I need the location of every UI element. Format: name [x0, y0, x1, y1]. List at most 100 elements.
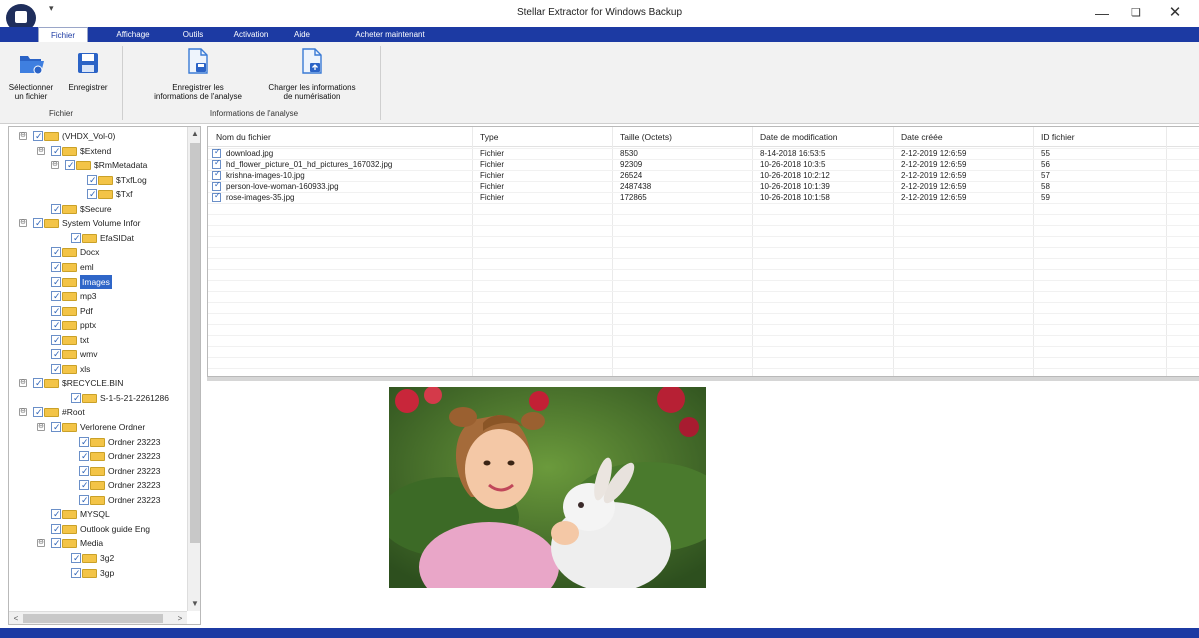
tree-item-label[interactable]: #Root: [62, 405, 85, 419]
tree-checkbox[interactable]: [71, 391, 81, 405]
tree-expander-icon[interactable]: ⊖: [19, 132, 27, 140]
tree-item[interactable]: Images: [9, 274, 187, 289]
tree-item-label[interactable]: MYSQL: [80, 507, 110, 521]
tree-item-label[interactable]: Verlorene Ordner: [80, 420, 145, 434]
tree-checkbox[interactable]: [51, 289, 61, 303]
tree-item-label[interactable]: txt: [80, 333, 89, 347]
tree-item[interactable]: ⊖ Verlorene Ordner: [9, 420, 187, 434]
tree-checkbox[interactable]: [51, 245, 61, 259]
tree-checkbox[interactable]: [33, 405, 43, 419]
tree-item-label[interactable]: pptx: [80, 318, 96, 332]
row-checkbox[interactable]: [212, 191, 221, 202]
tree-item[interactable]: txt: [9, 333, 187, 347]
tree-item[interactable]: Docx: [9, 245, 187, 259]
tree-checkbox[interactable]: [51, 318, 61, 332]
tree-horizontal-scrollbar[interactable]: < >: [9, 611, 187, 624]
tree-item[interactable]: ⊖ $Extend: [9, 144, 187, 158]
tree-item[interactable]: Ordner 23223: [9, 435, 187, 449]
tree-item[interactable]: 3g2: [9, 551, 187, 565]
tree-checkbox[interactable]: [51, 522, 61, 536]
tree-checkbox[interactable]: [79, 435, 89, 449]
tree-item[interactable]: ⊖ (VHDX_Vol-0): [9, 129, 187, 143]
tree-item-label[interactable]: (VHDX_Vol-0): [62, 129, 115, 143]
tree-item-label[interactable]: wmv: [80, 347, 97, 361]
tree-item[interactable]: Ordner 23223: [9, 449, 187, 463]
tab-fichier[interactable]: Fichier: [38, 27, 88, 43]
tree-item[interactable]: $Txf: [9, 187, 187, 201]
tree-expander-icon[interactable]: ⊖: [51, 161, 59, 170]
scroll-down-icon[interactable]: ▼: [188, 597, 200, 611]
tree-checkbox[interactable]: [51, 304, 61, 318]
tree-checkbox[interactable]: [87, 187, 97, 201]
tree-checkbox[interactable]: [51, 347, 61, 361]
tree-expander-icon[interactable]: ⊖: [37, 146, 45, 155]
load-scan-info-button[interactable]: Charger les informations de numérisation: [254, 42, 370, 108]
tree-item[interactable]: ⊖ #Root: [9, 405, 187, 419]
tree-item[interactable]: ⊖ $RECYCLE.BIN: [9, 376, 187, 390]
tree-item-label[interactable]: $RmMetadata: [94, 158, 147, 172]
tree-item-label[interactable]: $Secure: [80, 202, 112, 216]
tree-item[interactable]: MYSQL: [9, 507, 187, 521]
tree-item-label[interactable]: $RECYCLE.BIN: [62, 376, 123, 390]
scroll-right-icon[interactable]: >: [173, 612, 187, 624]
tree-item-label[interactable]: 3gp: [100, 566, 114, 580]
tab-activation[interactable]: Activation: [224, 27, 278, 42]
tree-checkbox[interactable]: [79, 464, 89, 478]
table-row[interactable]: hd_flower_picture_01_hd_pictures_167032.…: [208, 158, 1199, 170]
tree-item-label[interactable]: Media: [80, 536, 103, 550]
tree-item-label[interactable]: $Txf: [116, 187, 133, 201]
tree-checkbox[interactable]: [51, 260, 61, 274]
tree-item-label[interactable]: $TxfLog: [116, 173, 147, 187]
tree-item[interactable]: ⊖ $RmMetadata: [9, 158, 187, 172]
tree-checkbox[interactable]: [79, 493, 89, 507]
column-header-name[interactable]: Nom du fichier: [216, 132, 271, 142]
tree-item-label[interactable]: Images: [80, 274, 112, 289]
tree-checkbox[interactable]: [87, 173, 97, 187]
tree-checkbox[interactable]: [51, 362, 61, 376]
table-row[interactable]: download.jpg Fichier 8530 8-14-2018 16:53:5…: [208, 147, 1199, 159]
tree-checkbox[interactable]: [33, 376, 43, 390]
row-checkbox[interactable]: [212, 147, 221, 158]
tree-checkbox[interactable]: [33, 129, 43, 143]
tree-item-label[interactable]: System Volume Infor: [62, 216, 140, 230]
tree-item[interactable]: Ordner 23223: [9, 493, 187, 507]
tree-checkbox[interactable]: [71, 566, 81, 580]
tree-checkbox[interactable]: [79, 478, 89, 492]
folder-tree[interactable]: ⊖ (VHDX_Vol-0) ⊖ $Extend ⊖ $RmMetadata$TxfLog…: [8, 126, 201, 625]
tree-checkbox[interactable]: [51, 507, 61, 521]
tree-item[interactable]: 3gp: [9, 566, 187, 580]
tab-outils[interactable]: Outils: [172, 27, 214, 42]
tree-checkbox[interactable]: [33, 216, 43, 230]
tree-checkbox[interactable]: [51, 333, 61, 347]
tree-item-label[interactable]: Pdf: [80, 304, 93, 318]
tree-checkbox[interactable]: [71, 551, 81, 565]
tree-checkbox[interactable]: [51, 202, 61, 216]
tree-expander-icon[interactable]: ⊖: [19, 408, 27, 417]
tree-checkbox[interactable]: [51, 144, 61, 158]
table-row[interactable]: krishna-images-10.jpg Fichier 26524 10-26-2…: [208, 169, 1199, 181]
tree-vertical-scrollbar[interactable]: ▲ ▼: [187, 127, 200, 611]
tree-item[interactable]: eml: [9, 260, 187, 274]
tree-item-label[interactable]: $Extend: [80, 144, 111, 158]
save-scan-info-button[interactable]: Enregistrer les informations de l'analys…: [148, 42, 248, 108]
scroll-up-icon[interactable]: ▲: [188, 127, 200, 141]
tab-aide[interactable]: Aide: [286, 27, 318, 42]
tree-item-label[interactable]: xls: [80, 362, 90, 376]
tree-item[interactable]: $Secure: [9, 202, 187, 216]
tree-checkbox[interactable]: [71, 231, 81, 245]
column-header-size[interactable]: Taille (Octets): [620, 132, 672, 142]
tree-checkbox[interactable]: [51, 275, 61, 289]
tree-item-label[interactable]: Ordner 23223: [108, 478, 160, 492]
scrollbar-thumb[interactable]: [23, 614, 163, 623]
tree-checkbox[interactable]: [51, 420, 61, 434]
column-header-modified[interactable]: Date de modification: [760, 132, 838, 142]
column-header-type[interactable]: Type: [480, 132, 498, 142]
minimize-button[interactable]: —: [1085, 2, 1119, 24]
save-button[interactable]: Enregistrer: [60, 42, 116, 108]
tree-item-label[interactable]: Ordner 23223: [108, 493, 160, 507]
tree-item-label[interactable]: Ordner 23223: [108, 464, 160, 478]
tab-affichage[interactable]: Affichage: [104, 27, 162, 42]
tree-item[interactable]: S-1-5-21-2261286: [9, 391, 187, 405]
row-checkbox[interactable]: [212, 180, 221, 191]
row-checkbox[interactable]: [212, 169, 221, 180]
